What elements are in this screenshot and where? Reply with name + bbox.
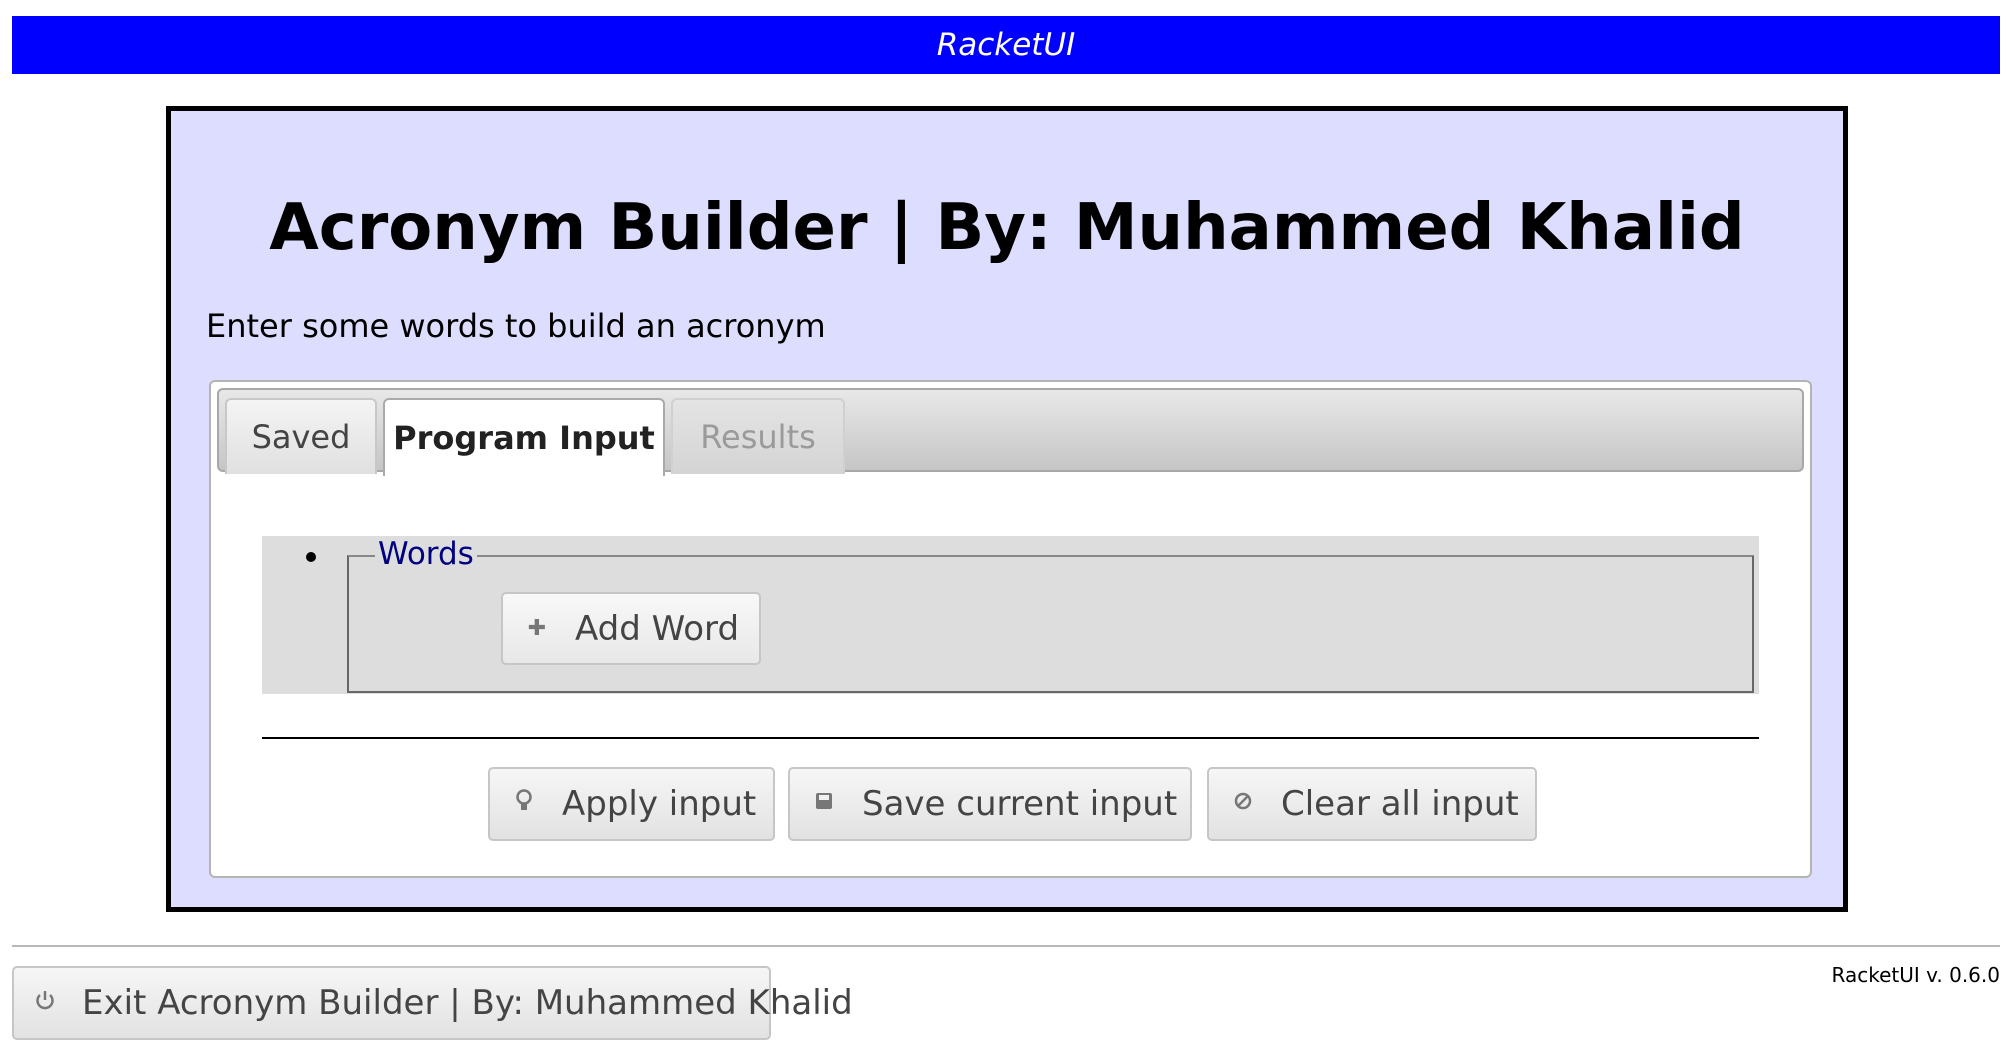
words-legend: Words [375, 536, 477, 572]
words-input-area: Words ✚ Add Word [262, 536, 1759, 694]
top-banner: RacketUI [12, 16, 2000, 74]
save-icon [812, 791, 836, 817]
add-word-label: Add Word [575, 608, 740, 649]
tab-results[interactable]: Results [671, 398, 845, 474]
save-current-input-button[interactable]: Save current input [788, 767, 1192, 841]
tabs-panel: Saved Program Input Results Words ✚ Add … [209, 380, 1812, 878]
cancel-icon [1231, 791, 1255, 817]
app-frame: Acronym Builder | By: Muhammed Khalid En… [166, 106, 1848, 912]
version-label: RacketUI v. 0.6.0 [1831, 963, 2000, 987]
lightbulb-icon [512, 788, 536, 820]
apply-input-label: Apply input [562, 784, 757, 824]
plus-icon: ✚ [527, 616, 547, 641]
apply-input-button[interactable]: Apply input [488, 767, 775, 841]
page-title: Acronym Builder | By: Muhammed Khalid [269, 191, 1745, 265]
power-icon [34, 989, 56, 1017]
exit-app-button[interactable]: Exit Acronym Builder | By: Muhammed Khal… [12, 966, 853, 1040]
clear-all-input-label: Clear all input [1281, 784, 1519, 824]
divider [262, 737, 1759, 739]
page-description: Enter some words to build an acronym [206, 307, 826, 345]
clear-all-input-button[interactable]: Clear all input [1207, 767, 1537, 841]
add-word-button[interactable]: ✚ Add Word [501, 592, 761, 665]
banner-title: RacketUI [936, 27, 1076, 63]
footer-divider [12, 945, 2000, 947]
list-bullet [306, 552, 316, 562]
save-current-input-label: Save current input [862, 784, 1178, 824]
tab-bar: Saved Program Input Results [217, 388, 1804, 476]
tab-saved[interactable]: Saved [225, 398, 377, 474]
exit-app-label: Exit Acronym Builder | By: Muhammed Khal… [82, 983, 853, 1023]
tab-program-input[interactable]: Program Input [383, 398, 665, 476]
